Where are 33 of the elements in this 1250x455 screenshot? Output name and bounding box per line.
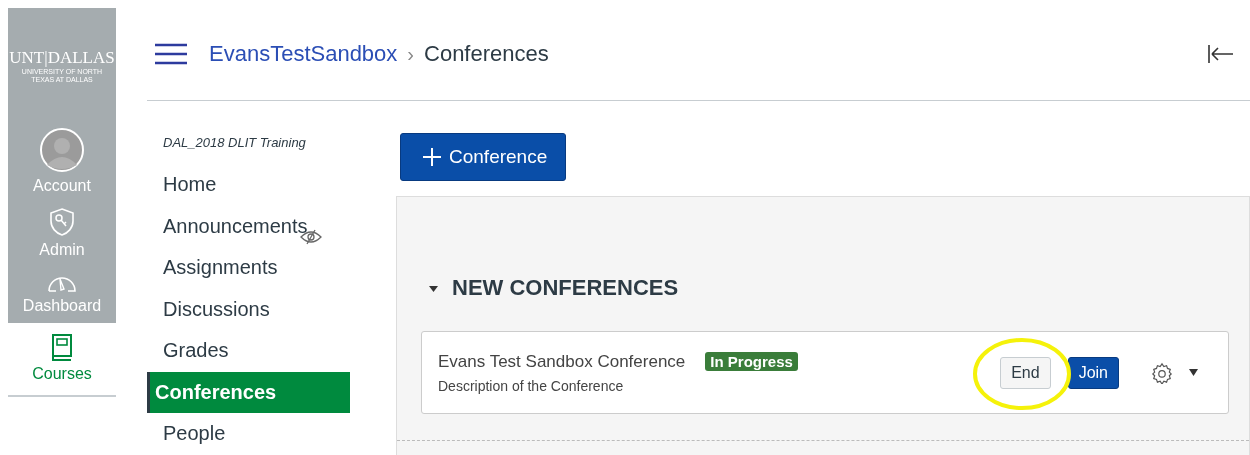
- breadcrumb-link[interactable]: EvansTestSandbox: [209, 41, 398, 67]
- collapse-icon[interactable]: [1208, 44, 1234, 64]
- course-nav-item[interactable]: Discussions: [147, 288, 350, 330]
- section-toggle[interactable]: NEW CONFERENCES: [429, 275, 1229, 301]
- nav-label: Dashboard: [22, 297, 102, 316]
- status-badge: In Progress: [705, 352, 798, 371]
- menu-icon[interactable]: [155, 43, 187, 65]
- nav-label: Admin: [39, 241, 85, 260]
- breadcrumb-current: Conferences: [424, 41, 549, 67]
- settings-icon[interactable]: [1151, 361, 1173, 384]
- caret-icon: [429, 283, 438, 293]
- conference-title[interactable]: Evans Test Sandbox Conference: [438, 351, 686, 372]
- course-nav-item[interactable]: Announcements: [147, 205, 350, 247]
- section-title: NEW CONFERENCES: [452, 275, 679, 301]
- course-nav-item[interactable]: Grades: [147, 330, 350, 372]
- avatar-icon: [39, 127, 85, 174]
- add-conference-button[interactable]: Conference: [400, 133, 567, 181]
- breadcrumb-separator: ›: [407, 42, 414, 66]
- plus-icon: [423, 148, 441, 166]
- nav-label: Account: [33, 177, 91, 196]
- logo-name: UNT|DALLAS: [9, 48, 115, 68]
- join-button[interactable]: Join: [1067, 356, 1119, 389]
- nav-label: Courses: [32, 365, 92, 384]
- shield-key-icon: [49, 207, 75, 238]
- caret-icon[interactable]: [1189, 369, 1198, 376]
- course-nav-item[interactable]: Conferences: [147, 371, 350, 413]
- course-term: DAL_2018 DLIT Training: [162, 135, 307, 150]
- conference-description: Description of the Conference: [438, 377, 625, 394]
- end-button[interactable]: End: [1000, 356, 1051, 389]
- course-nav-item[interactable]: Home: [147, 164, 350, 206]
- book-icon: [51, 333, 73, 362]
- course-nav-item[interactable]: Assignments: [147, 247, 350, 289]
- course-nav-item[interactable]: People: [147, 413, 350, 455]
